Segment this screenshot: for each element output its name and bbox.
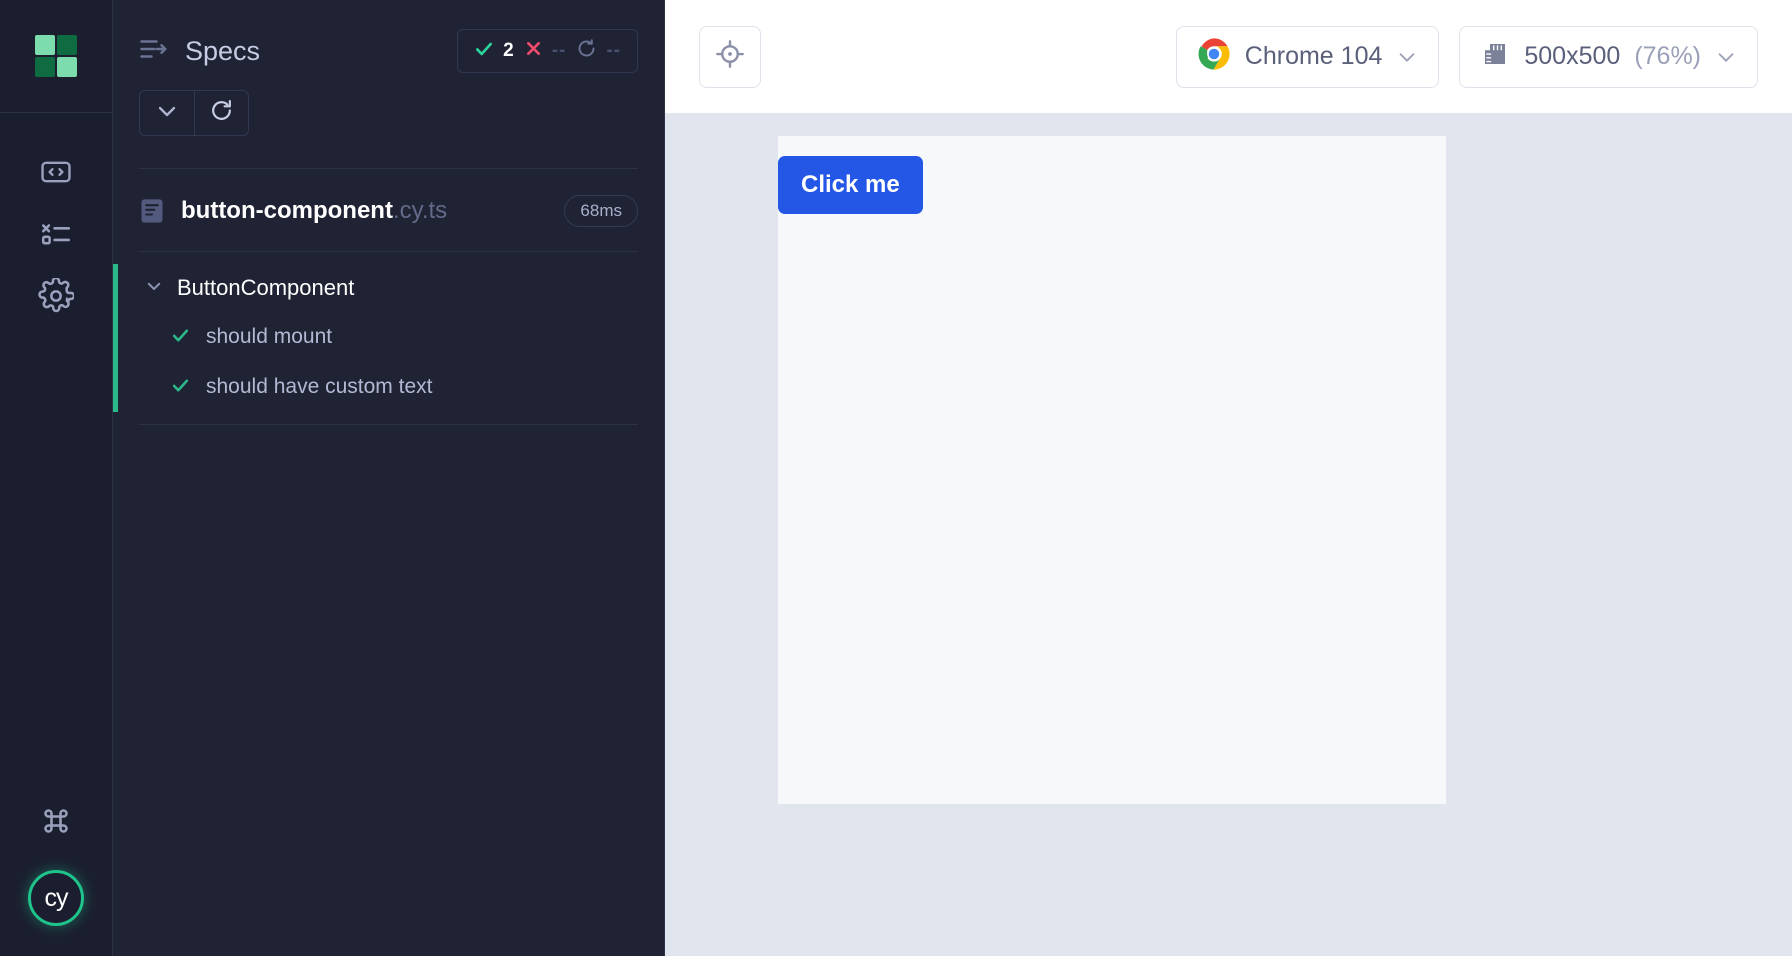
cypress-app-window: cy Specs 2 -- -- button-component .cy.ts… xyxy=(0,0,1792,956)
test-tree-status-accent xyxy=(113,264,118,412)
refresh-icon xyxy=(209,98,234,128)
test-stats-badge: 2 -- -- xyxy=(457,29,638,73)
check-icon xyxy=(474,39,494,64)
toolbar-right-controls: Chrome 104 500x500 (76%) xyxy=(1175,25,1758,88)
specs-controls xyxy=(139,90,249,136)
viewport-scale-label: (76%) xyxy=(1634,42,1701,70)
keyboard-shortcuts-button[interactable] xyxy=(28,790,84,852)
ruler-icon xyxy=(1480,39,1510,74)
specs-panel: Specs 2 -- -- button-component .cy.ts 68… xyxy=(113,0,665,956)
specs-list-icon xyxy=(139,36,169,67)
crosshair-icon xyxy=(715,39,745,74)
stat-pending: -- xyxy=(576,38,621,64)
sidebar-item-settings[interactable] xyxy=(28,265,84,327)
test-tree: ButtonComponent should mount should have… xyxy=(113,252,664,412)
chevron-down-icon xyxy=(155,99,179,128)
gear-icon xyxy=(38,278,74,314)
failed-count: -- xyxy=(551,40,567,61)
aut-canvas: Click me xyxy=(665,113,1792,956)
stat-failed: -- xyxy=(524,39,567,63)
chevron-down-icon xyxy=(1396,46,1418,68)
passed-count: 2 xyxy=(503,40,514,61)
spec-file-extension: .cy.ts xyxy=(392,197,448,224)
specs-title-row: Specs 2 -- -- xyxy=(139,26,638,76)
spec-duration-badge: 68ms xyxy=(564,195,638,227)
selector-playground-button[interactable] xyxy=(699,25,761,88)
viewport-size-label: 500x500 xyxy=(1524,42,1621,70)
rerun-button[interactable] xyxy=(194,91,248,135)
rail-bottom: cy xyxy=(28,790,84,956)
test-row[interactable]: should mount xyxy=(113,312,664,362)
test-suite-name: ButtonComponent xyxy=(177,275,355,300)
chevron-down-icon xyxy=(1715,46,1737,68)
specs-header: Specs 2 -- -- xyxy=(113,0,664,136)
specs-icon xyxy=(39,155,73,189)
chevron-down-icon xyxy=(145,277,163,300)
spec-file-name: button-component xyxy=(181,197,393,224)
spec-file-row[interactable]: button-component .cy.ts 68ms xyxy=(113,179,664,243)
project-logo[interactable] xyxy=(0,0,112,113)
test-name: should mount xyxy=(206,325,333,348)
stat-passed: 2 xyxy=(474,39,514,64)
page-title: Specs xyxy=(185,35,261,66)
sidebar-item-runs[interactable] xyxy=(28,203,84,265)
collapse-button[interactable] xyxy=(140,91,194,135)
browser-label: Chrome 104 xyxy=(1244,42,1383,70)
tree-bottom-divider xyxy=(139,424,638,425)
app-under-test-frame: Click me xyxy=(778,136,1446,804)
preview-pane: Chrome 104 500x500 (76%) Click me xyxy=(665,0,1792,956)
check-icon xyxy=(171,326,190,349)
cypress-logo-badge[interactable]: cy xyxy=(28,870,84,926)
viewport-selector[interactable]: 500x500 (76%) xyxy=(1459,25,1758,88)
check-icon xyxy=(171,376,190,399)
chrome-icon xyxy=(1197,37,1231,76)
sidebar-item-specs[interactable] xyxy=(28,141,84,203)
rail-items xyxy=(28,113,84,327)
file-icon xyxy=(139,197,165,225)
cypress-logo-text: cy xyxy=(44,883,69,912)
preview-toolbar: Chrome 104 500x500 (76%) xyxy=(665,0,1792,113)
keyboard-shortcuts-icon xyxy=(38,803,74,839)
test-row[interactable]: should have custom text xyxy=(113,362,664,412)
cypress-project-logo-icon xyxy=(35,35,77,77)
x-icon xyxy=(524,39,543,63)
left-nav-rail: cy xyxy=(0,0,113,956)
test-suite-row[interactable]: ButtonComponent xyxy=(113,264,664,312)
pending-count: -- xyxy=(606,40,621,61)
test-name: should have custom text xyxy=(206,375,433,398)
browser-selector[interactable]: Chrome 104 xyxy=(1175,25,1440,88)
header-divider xyxy=(139,168,638,169)
spinner-icon xyxy=(576,38,597,64)
click-me-button[interactable]: Click me xyxy=(778,156,923,214)
runs-icon xyxy=(39,217,73,251)
